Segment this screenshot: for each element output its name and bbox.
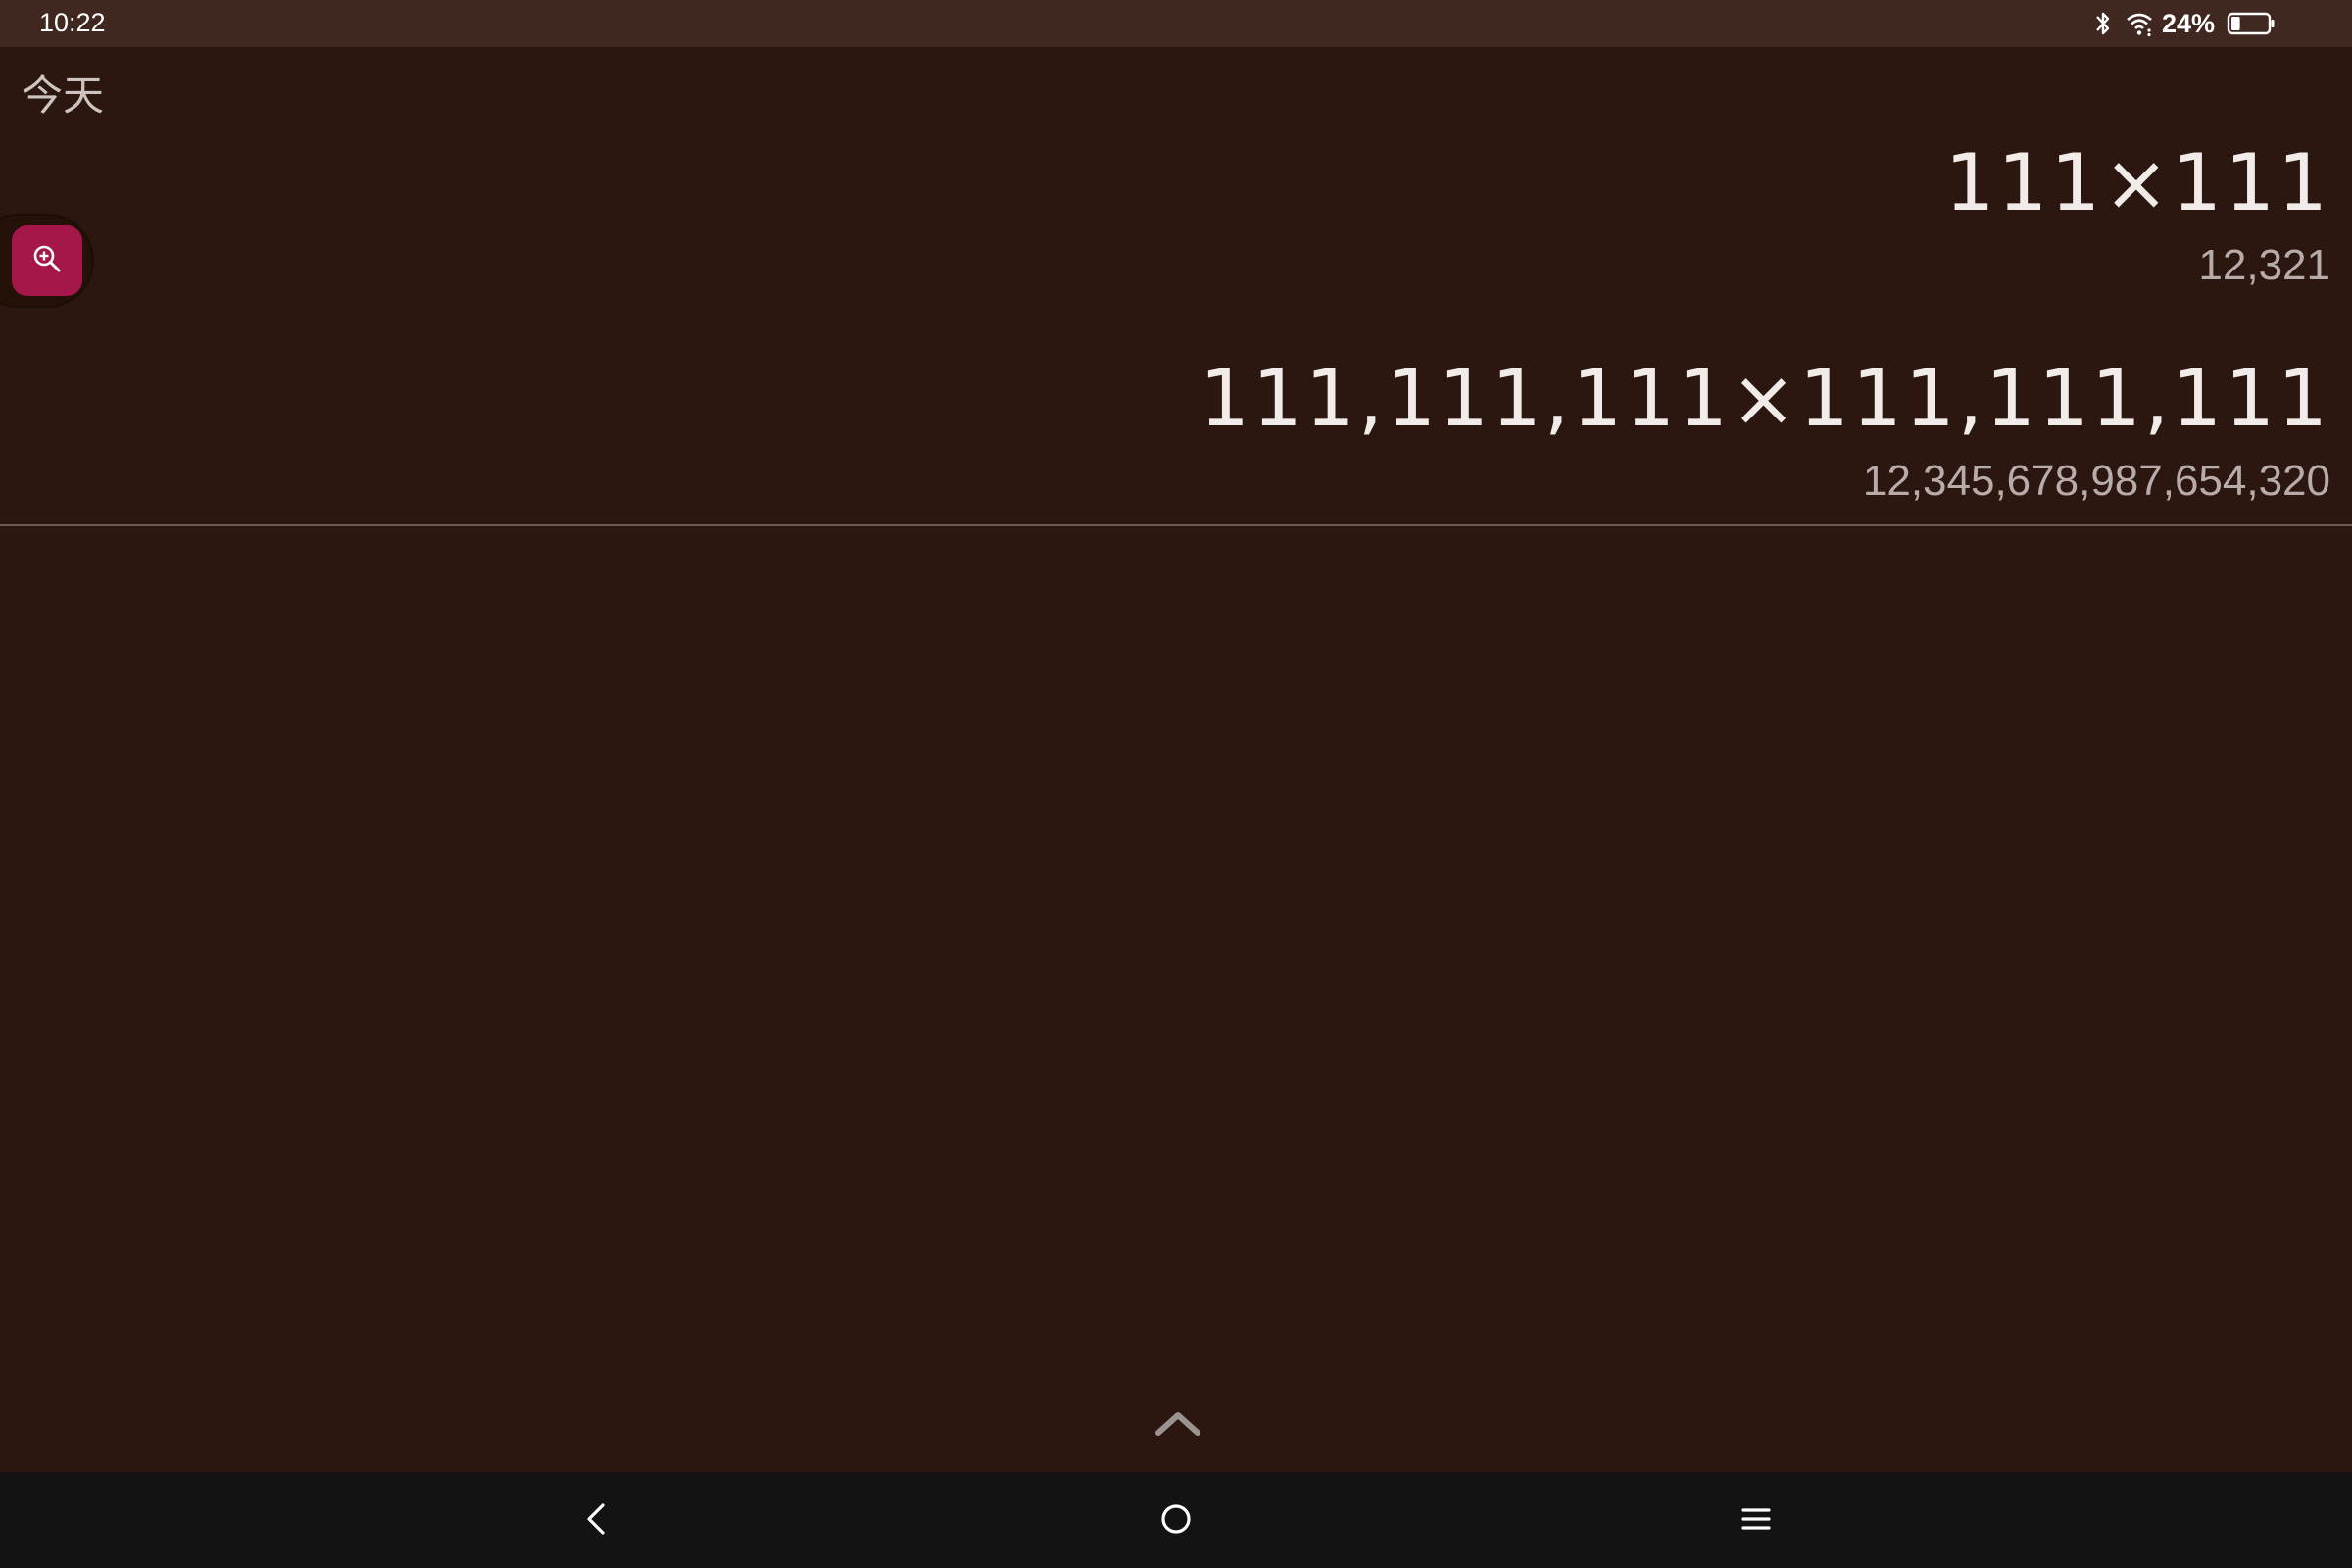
history-expression[interactable]: 111,111,111×111,111,111: [1200, 353, 2330, 444]
battery-percent: 24%: [2161, 8, 2215, 38]
status-icons: 24%: [2093, 6, 2276, 41]
zoom-in-icon: [30, 242, 64, 280]
recents-button[interactable]: [1729, 1494, 1784, 1548]
zoom-in-button[interactable]: [12, 225, 82, 296]
navigation-bar: [0, 1472, 2352, 1568]
history-divider: [0, 524, 2352, 526]
menu-icon: [1737, 1499, 1776, 1544]
home-icon: [1156, 1499, 1196, 1544]
history-result[interactable]: 12,345,678,987,654,320: [1863, 457, 2330, 506]
home-button[interactable]: [1149, 1494, 1203, 1548]
history-entry[interactable]: 111×111 12,321: [958, 137, 2330, 304]
history-result[interactable]: 12,321: [2198, 241, 2330, 290]
expand-handle[interactable]: [1152, 1407, 1203, 1439]
calculator-history-screen: 10:22 24% 今天 111×111 12,321 111,111,111×…: [0, 0, 2352, 1568]
history-expression[interactable]: 111×111: [1945, 137, 2330, 228]
history-date-header: 今天: [22, 72, 105, 120]
history-entry[interactable]: 111,111,111×111,111,111 12,345,678,987,6…: [958, 353, 2330, 519]
wifi-icon: [2125, 10, 2154, 37]
bluetooth-icon: [2093, 10, 2113, 37]
status-bar: 10:22 24%: [0, 0, 2352, 47]
back-button[interactable]: [568, 1494, 623, 1548]
status-time: 10:22: [39, 8, 106, 37]
back-icon: [581, 1499, 611, 1544]
chevron-up-icon: [1152, 1412, 1203, 1443]
battery-icon: [2227, 10, 2276, 37]
